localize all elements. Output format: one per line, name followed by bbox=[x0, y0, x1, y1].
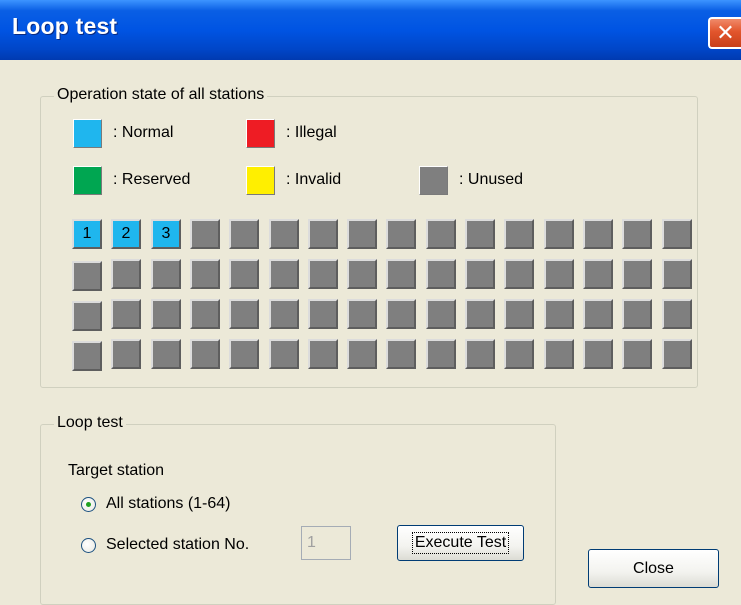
unused-key-label: : Unused bbox=[459, 171, 524, 188]
station-cell bbox=[386, 259, 416, 289]
station-number: 2 bbox=[121, 225, 131, 242]
selected-station-radio[interactable] bbox=[81, 538, 96, 553]
station-cell bbox=[269, 299, 299, 329]
station-cell bbox=[386, 219, 416, 249]
station-cell bbox=[465, 339, 495, 369]
station-cell bbox=[544, 259, 574, 289]
station-cell: 3 bbox=[151, 219, 181, 249]
station-cell bbox=[426, 339, 456, 369]
station-cell bbox=[308, 219, 338, 249]
station-cell bbox=[544, 219, 574, 249]
station-number: 3 bbox=[161, 225, 171, 242]
invalid-swatch bbox=[246, 166, 275, 195]
all-stations-label[interactable]: All stations (1-64) bbox=[106, 495, 231, 513]
operation-state-legend: Operation state of all stations bbox=[54, 86, 268, 104]
station-cell bbox=[622, 299, 652, 329]
station-cell bbox=[504, 259, 534, 289]
station-number-input[interactable] bbox=[301, 526, 351, 560]
illegal-key-label: : Illegal bbox=[286, 124, 337, 141]
station-cell bbox=[308, 299, 338, 329]
station-cell bbox=[504, 219, 534, 249]
close-icon: ✕ bbox=[716, 20, 735, 45]
station-cell bbox=[308, 259, 338, 289]
station-cell bbox=[229, 339, 259, 369]
station-cell bbox=[229, 259, 259, 289]
close-button[interactable]: Close bbox=[588, 549, 719, 588]
station-cell bbox=[622, 259, 652, 289]
station-cell bbox=[190, 339, 220, 369]
station-cell bbox=[308, 339, 338, 369]
close-button-label: Close bbox=[633, 559, 674, 577]
station-cell bbox=[269, 219, 299, 249]
station-cell bbox=[269, 259, 299, 289]
station-cell bbox=[583, 259, 613, 289]
window-title: Loop test bbox=[12, 13, 118, 39]
station-cell bbox=[583, 339, 613, 369]
station-cell bbox=[426, 219, 456, 249]
invalid-key-label: : Invalid bbox=[286, 171, 342, 188]
station-cell bbox=[347, 259, 377, 289]
station-cell bbox=[269, 339, 299, 369]
execute-test-button[interactable]: Execute Test bbox=[397, 525, 524, 561]
illegal-swatch bbox=[246, 119, 275, 148]
reserved-key-label: : Reserved bbox=[113, 171, 191, 188]
station-cell bbox=[111, 259, 141, 289]
station-cell: 1 bbox=[72, 219, 102, 249]
all-stations-radio[interactable] bbox=[81, 497, 96, 512]
station-cell bbox=[465, 219, 495, 249]
station-cell bbox=[151, 299, 181, 329]
station-cell bbox=[386, 299, 416, 329]
target-station-label: Target station bbox=[68, 462, 165, 479]
station-cell bbox=[347, 299, 377, 329]
station-cell bbox=[662, 299, 692, 329]
operation-state-group: Operation state of all stations : Normal… bbox=[40, 86, 698, 388]
loop-test-dialog: Loop test ✕ Operation state of all stati… bbox=[0, 0, 741, 605]
close-window-button[interactable]: ✕ bbox=[708, 17, 741, 49]
station-cell bbox=[347, 339, 377, 369]
station-cell bbox=[662, 259, 692, 289]
normal-key-label: : Normal bbox=[113, 124, 174, 141]
station-cell bbox=[72, 341, 102, 371]
normal-swatch bbox=[73, 119, 102, 148]
reserved-swatch bbox=[73, 166, 102, 195]
loop-test-group: Loop test Target station All stations (1… bbox=[40, 414, 556, 605]
station-cell bbox=[465, 299, 495, 329]
station-cell bbox=[229, 219, 259, 249]
execute-test-label: Execute Test bbox=[411, 532, 510, 554]
radio-selected-dot bbox=[86, 502, 91, 507]
loop-test-legend: Loop test bbox=[54, 414, 126, 432]
station-cell bbox=[504, 339, 534, 369]
station-cell bbox=[465, 259, 495, 289]
station-cell bbox=[386, 339, 416, 369]
station-cell bbox=[426, 299, 456, 329]
station-cell bbox=[544, 339, 574, 369]
station-cell bbox=[662, 219, 692, 249]
station-cell bbox=[229, 299, 259, 329]
title-bar[interactable]: Loop test ✕ bbox=[0, 0, 741, 60]
station-cell bbox=[190, 259, 220, 289]
station-cell bbox=[583, 299, 613, 329]
station-number: 1 bbox=[82, 225, 92, 242]
station-cell: 2 bbox=[111, 219, 141, 249]
station-cell bbox=[662, 339, 692, 369]
station-cell bbox=[504, 299, 534, 329]
station-cell bbox=[151, 339, 181, 369]
selected-station-label[interactable]: Selected station No. bbox=[106, 536, 249, 554]
station-cell bbox=[622, 339, 652, 369]
unused-swatch bbox=[419, 166, 448, 195]
station-cell bbox=[151, 259, 181, 289]
station-cell bbox=[544, 299, 574, 329]
station-cell bbox=[426, 259, 456, 289]
dialog-body: Operation state of all stations : Normal… bbox=[0, 60, 741, 605]
station-cell bbox=[190, 219, 220, 249]
station-cell bbox=[622, 219, 652, 249]
station-cell bbox=[72, 261, 102, 291]
station-cell bbox=[583, 219, 613, 249]
station-cell bbox=[111, 299, 141, 329]
station-cell bbox=[347, 219, 377, 249]
station-cell bbox=[190, 299, 220, 329]
station-cell bbox=[72, 301, 102, 331]
station-cell bbox=[111, 339, 141, 369]
